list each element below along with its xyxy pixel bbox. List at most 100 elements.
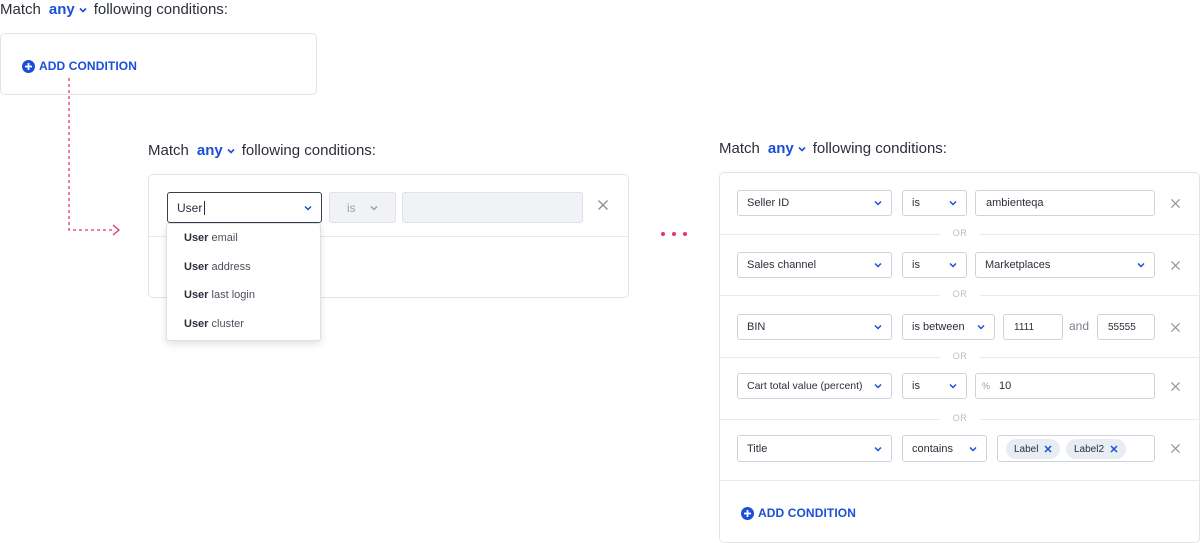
chevron-down-icon [977,324,985,330]
match-suffix: following conditions: [812,140,947,157]
close-icon[interactable] [1170,260,1181,271]
field-select-value: Seller ID [747,197,790,209]
match-mode-select[interactable]: any [49,1,88,18]
chevron-down-icon [304,205,312,211]
separator-line [720,234,940,235]
right-match-line: Match any following conditions: [719,140,947,157]
close-icon[interactable] [1170,322,1181,333]
operator-select-value: is between [912,321,965,333]
plus-circle-icon [741,506,754,520]
right-conditions-card: Seller ID is ambienteqa OR Sales channel… [719,172,1200,543]
percent-value: 10 [999,380,1012,392]
or-separator: OR [720,412,1200,426]
operator-select-value: is [912,380,920,392]
value-select-value: Marketplaces [985,259,1051,271]
range-from-input[interactable]: 1111 [1003,314,1063,340]
field-select-value: BIN [747,321,766,333]
match-mode-select[interactable]: any [768,140,807,157]
operator-select[interactable]: is [902,252,967,278]
close-icon[interactable] [597,199,609,211]
match-mode-value: any [48,1,75,18]
close-icon[interactable] [1170,443,1181,454]
close-icon[interactable] [1044,445,1052,453]
option-keyword: User [184,232,209,244]
match-prefix: Match [148,142,189,159]
field-select[interactable]: Cart total value (percent) [737,373,892,399]
range-from-value: 1111 [1014,321,1035,333]
chevron-down-icon [79,7,87,13]
or-label: OR [952,289,968,299]
chevron-down-icon [874,383,882,389]
dropdown-option[interactable]: User cluster [184,318,244,330]
separator-line [980,234,1200,235]
operator-select[interactable]: is [329,192,396,223]
close-icon[interactable] [1170,381,1181,392]
percent-prefix: % [982,381,991,391]
chevron-down-icon [874,262,882,268]
chevron-down-icon [969,446,977,452]
match-mode-value: any [196,142,223,159]
separator-line [720,295,940,296]
separator-line [980,357,1200,358]
connector-arrow [68,78,121,236]
or-separator: OR [720,227,1200,241]
top-match-line: Match any following conditions: [0,1,228,18]
range-to-input[interactable]: 55555 [1097,314,1155,340]
operator-select[interactable]: contains [902,435,987,462]
tag-chip: Label2 [1066,439,1127,459]
field-select-value: Title [747,442,768,455]
field-select[interactable]: User [167,192,322,223]
chevron-down-icon [874,200,882,206]
match-prefix: Match [719,140,760,157]
or-label: OR [952,413,968,423]
field-select[interactable]: Seller ID [737,190,892,216]
add-condition-button[interactable]: ADD CONDITION [741,506,856,520]
close-icon[interactable] [1170,198,1181,209]
operator-select-value: is [912,259,920,271]
close-icon[interactable] [1110,445,1118,453]
field-select[interactable]: Title [737,435,892,462]
operator-select-value: contains [912,442,953,455]
match-mode-select[interactable]: any [197,142,236,159]
dropdown-option[interactable]: User address [184,261,251,273]
ellipsis-icon [661,232,687,236]
chevron-down-icon [227,148,235,154]
add-condition-button[interactable]: ADD CONDITION [22,59,137,73]
option-text: email [208,232,238,244]
value-input[interactable] [402,192,583,223]
chevron-down-icon [949,383,957,389]
percent-value-input[interactable]: % 10 [975,373,1155,399]
separator-line [720,357,940,358]
operator-select-value: is [347,200,356,215]
tag-input[interactable]: Label Label2 [997,435,1155,462]
operator-select[interactable]: is between [902,314,995,340]
chevron-down-icon [949,200,957,206]
field-select[interactable]: BIN [737,314,892,340]
operator-select[interactable]: is [902,373,967,399]
field-dropdown-menu: User email User address User last login … [166,223,321,341]
chevron-down-icon [874,446,882,452]
top-conditions-card: ADD CONDITION [0,33,317,95]
dropdown-option[interactable]: User last login [184,289,255,301]
add-condition-label: ADD CONDITION [758,506,856,520]
field-select[interactable]: Sales channel [737,252,892,278]
dropdown-option[interactable]: User email [184,232,238,244]
or-separator: OR [720,350,1200,364]
text-cursor [204,200,206,215]
value-input[interactable]: ambienteqa [975,190,1155,216]
or-label: OR [952,228,968,238]
option-keyword: User [184,261,209,273]
option-text: address [208,261,251,273]
value-input-text: ambienteqa [986,197,1044,209]
value-select[interactable]: Marketplaces [975,252,1155,278]
option-text: last login [208,289,255,301]
plus-circle-icon [22,59,35,73]
chip-label: Label2 [1074,443,1105,455]
operator-select[interactable]: is [902,190,967,216]
row-divider [720,480,1199,481]
match-mode-value: any [767,140,794,157]
operator-select-value: is [912,197,920,209]
or-label: OR [952,351,968,361]
option-text: cluster [208,318,244,330]
option-keyword: User [184,318,209,330]
